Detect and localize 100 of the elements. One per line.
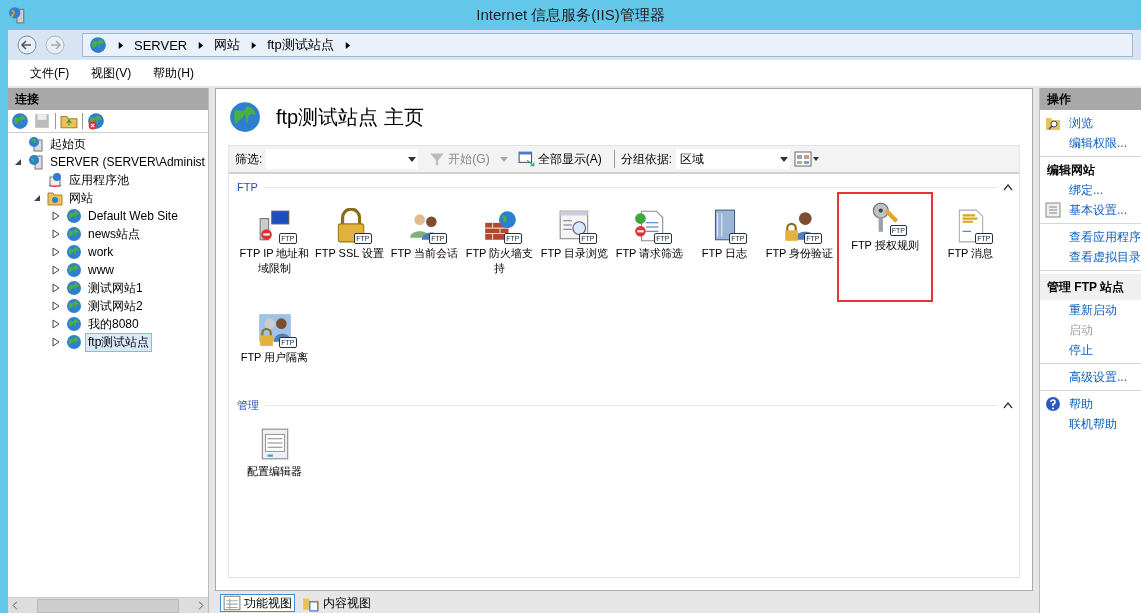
globe-icon [228,100,262,134]
view-icon[interactable] [794,151,820,167]
expand-icon[interactable] [50,264,62,276]
globe-icon [66,244,82,260]
tree-item[interactable]: news站点 [85,224,143,244]
action-link[interactable]: 停止 [1069,341,1093,359]
collapse-icon[interactable] [1003,401,1013,409]
globe-icon [66,280,82,296]
action-link[interactable]: 查看应用程序 [1069,228,1141,246]
action-link[interactable]: 联机帮助 [1069,415,1117,433]
feature-label: FTP 授权规则 [850,238,920,253]
feature-label: FTP 当前会话 [389,246,460,261]
action-link[interactable]: 查看虚拟目录 [1069,248,1141,266]
tree-item[interactable]: SERVER (SERVER\Administ [47,154,208,170]
tree-item[interactable]: 起始页 [47,134,89,154]
back-icon[interactable] [16,34,38,56]
action-link[interactable]: 重新启动 [1069,301,1117,319]
filter-label: 筛选: [235,150,263,168]
dropdown-icon [408,156,417,162]
feature-label: FTP 消息 [946,246,995,261]
tree-item[interactable]: Default Web Site [85,208,181,224]
view-tab[interactable]: 内容视图 [299,594,374,612]
tree-item[interactable]: 应用程序池 [66,170,132,190]
tree-item[interactable]: work [85,244,117,260]
app-pool-icon [47,172,63,188]
caret-icon [117,40,124,50]
collapse-icon[interactable] [1003,183,1013,191]
globe-icon [66,262,82,278]
feature-label: FTP 请求筛选 [614,246,685,261]
server-icon [28,136,44,152]
feature-label: FTP 防火墙支持 [464,246,535,276]
group-title: 管理 [237,397,259,413]
expand-icon[interactable] [50,246,62,258]
settings-page-icon [1045,202,1061,218]
feature-label: FTP 用户隔离 [239,350,310,365]
pane-header: 连接 [8,88,208,110]
globe-icon [66,208,82,224]
expand-icon[interactable] [50,300,62,312]
browse-icon [1045,115,1061,131]
tree-item[interactable]: 网站 [66,188,96,208]
caret-icon [250,40,258,50]
group-by-label: 分组依据: [620,150,672,168]
filter-field[interactable] [266,149,419,169]
feature-label: FTP SSL 设置 [313,246,386,261]
globe-icon [66,316,82,332]
list-icon [223,594,241,612]
window-title: Internet 信息服务(IIS)管理器 [476,5,665,25]
action-link[interactable]: 绑定... [1069,181,1103,199]
server-icon [28,154,44,170]
expand-icon[interactable] [50,228,62,240]
caret-icon [197,40,205,50]
globe-icon [89,36,107,54]
tree-item[interactable]: 测试网站1 [85,278,146,298]
view-tab[interactable]: 功能视图 [220,594,295,612]
breadcrumb-item[interactable]: ftp测试站点 [267,36,334,54]
scroll-thumb[interactable] [37,598,179,613]
section-heading: 管理 FTP 站点 [1040,274,1141,300]
feature-label: 配置编辑器 [246,464,303,479]
action-link[interactable]: 基本设置... [1069,201,1127,219]
dropdown-icon [780,156,788,162]
action-link[interactable]: 帮助 [1069,395,1093,413]
feature-label: FTP 日志 [700,246,749,261]
tree-item[interactable]: ftp测试站点 [85,332,153,352]
tree-item[interactable]: www [85,262,117,278]
menu-item[interactable]: 视图(V) [91,64,132,82]
group-title: FTP [237,181,258,193]
globe-icon [66,226,82,242]
help-icon [1045,396,1061,412]
server-icon [8,6,26,24]
breadcrumb-item[interactable]: 网站 [214,36,241,54]
dropdown-icon [499,156,508,162]
expand-icon[interactable] [50,210,62,222]
expand-icon[interactable] [50,336,62,348]
breadcrumb-item[interactable]: SERVER [134,37,188,53]
group-by-dropdown[interactable]: 区域 [676,149,790,169]
action-link[interactable]: 高级设置... [1069,368,1127,386]
feature-label: FTP IP 地址和域限制 [238,246,311,276]
tree-item[interactable]: 我的8080 [85,314,142,334]
globe-icon [66,334,82,350]
folder-icon [47,190,63,206]
disconnect-icon[interactable] [87,112,105,130]
expand-icon[interactable] [50,318,62,330]
page-title: ftp测试站点 主页 [276,104,424,130]
menu-item[interactable]: 帮助(H) [153,64,194,82]
tree-item[interactable]: 测试网站2 [85,296,146,316]
action-link[interactable]: 浏览 [1069,114,1093,132]
menu-item[interactable]: 文件(F) [30,64,70,82]
funnel-icon [428,150,447,168]
globe-icon [66,298,82,314]
feature-item[interactable]: 配置编辑器 [237,418,312,506]
people-lock-icon [256,312,293,348]
caret-icon [343,40,351,50]
globe-icon[interactable] [11,112,29,130]
action-link[interactable]: 编辑权限... [1069,134,1127,152]
expand-icon[interactable] [50,282,62,294]
scrollbar[interactable] [8,597,208,613]
pane-header: 操作 [1040,88,1141,110]
window-icon [517,150,536,168]
show-all-button[interactable]: 全部显示(A) [511,149,608,169]
section-heading: 编辑网站 [1046,162,1096,179]
